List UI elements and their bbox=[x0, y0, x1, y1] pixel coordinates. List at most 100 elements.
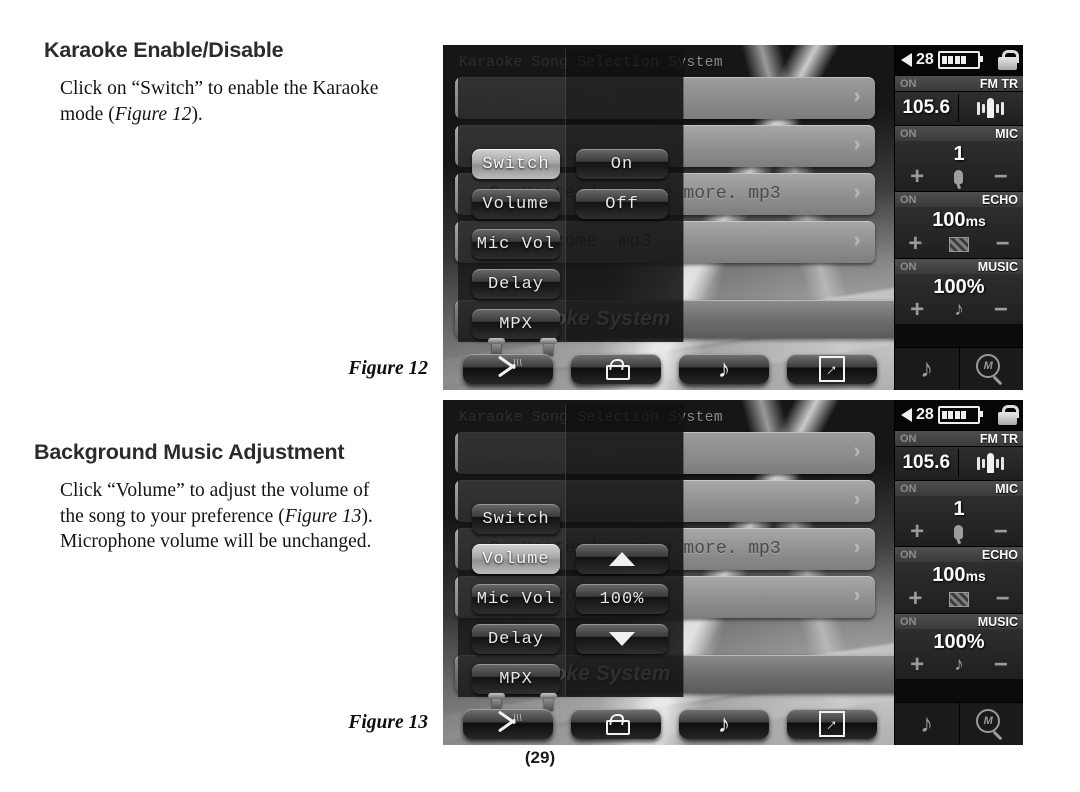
menu-item-mpx[interactable]: MPX bbox=[472, 309, 560, 339]
speaker-icon bbox=[901, 53, 912, 67]
sidebar-search-button[interactable]: M bbox=[958, 348, 1024, 390]
panel-header: ON FM TR bbox=[895, 431, 1023, 446]
status-bar: 28 bbox=[895, 45, 1023, 75]
microphone-icon bbox=[954, 170, 964, 184]
figure-caption-12: Figure 12 bbox=[348, 358, 428, 379]
lock-icon bbox=[606, 713, 630, 735]
panel-body: 100ms + − bbox=[895, 562, 1023, 613]
volume-up-button[interactable] bbox=[576, 544, 668, 574]
echo-minus-button[interactable]: − bbox=[996, 232, 1010, 256]
body-text-pre: Click on “Switch” to enable the Karaoke … bbox=[60, 78, 379, 125]
sidebar-music-button[interactable]: ♪ bbox=[895, 703, 959, 745]
panel-mic[interactable]: ON MIC 1 + − bbox=[895, 480, 1023, 546]
volume-value-display: 100% bbox=[576, 584, 668, 614]
manual-page: Karaoke Enable/Disable Click on “Switch”… bbox=[0, 0, 1080, 792]
menu-item-delay[interactable]: Delay bbox=[472, 624, 560, 654]
menu-item-mic-vol[interactable]: Mic Vol bbox=[472, 229, 560, 259]
menu-item-volume[interactable]: Volume bbox=[472, 544, 560, 574]
page-number: (29) bbox=[524, 748, 556, 767]
tools-mic-icon: \\\ bbox=[493, 710, 523, 735]
panel-mic[interactable]: ON MIC 1 + − bbox=[895, 125, 1023, 191]
panel-fm-tr[interactable]: ON FM TR 105.6 bbox=[895, 430, 1023, 480]
volume-value: 28 bbox=[916, 51, 934, 68]
triangle-up-icon bbox=[609, 552, 635, 566]
battery-icon bbox=[937, 406, 983, 424]
volume-down-button[interactable] bbox=[576, 624, 668, 654]
panel-body: 105.6 bbox=[895, 446, 1023, 480]
mic-plus-button[interactable]: + bbox=[910, 165, 924, 189]
echo-icon bbox=[949, 591, 969, 607]
panel-name: MUSIC bbox=[977, 259, 1018, 274]
panel-name: MIC bbox=[995, 126, 1018, 141]
menu-item-switch[interactable]: Switch bbox=[472, 149, 560, 179]
toolbar-button-tools[interactable]: \\\ bbox=[463, 709, 553, 739]
figure-12-screenshot: Karaoke Song Selection System 1. Love. m… bbox=[443, 45, 1023, 390]
panel-music[interactable]: ON MUSIC 100% + ♪ − bbox=[895, 613, 1023, 679]
music-minus-button[interactable]: − bbox=[994, 653, 1008, 677]
lock-icon bbox=[606, 358, 630, 380]
menu-item-volume[interactable]: Volume bbox=[472, 189, 560, 219]
menu-item-delay[interactable]: Delay bbox=[472, 269, 560, 299]
menu-item-mpx[interactable]: MPX bbox=[472, 664, 560, 694]
chevron-right-icon: › bbox=[850, 537, 863, 560]
chevron-right-icon: › bbox=[850, 230, 863, 253]
panel-body: 1 + − bbox=[895, 496, 1023, 546]
toolbar-button-music[interactable]: ♪ bbox=[679, 354, 769, 384]
option-on-button[interactable]: On bbox=[576, 149, 668, 179]
toolbar-button-lock[interactable] bbox=[571, 354, 661, 384]
toolbar-button-tools[interactable]: \\\ bbox=[463, 354, 553, 384]
fm-frequency-value: 105.6 bbox=[902, 97, 951, 118]
option-off-button[interactable]: Off bbox=[576, 189, 668, 219]
sidebar-search-button[interactable]: M bbox=[958, 703, 1024, 745]
triangle-down-icon bbox=[609, 632, 635, 646]
figure-13-screenshot: Karaoke Song Selection System 1. Love. m… bbox=[443, 400, 1023, 745]
battery-icon bbox=[937, 51, 983, 69]
music-minus-button[interactable]: − bbox=[994, 298, 1008, 322]
mic-minus-button[interactable]: − bbox=[994, 520, 1008, 544]
toolbar-button-lock[interactable] bbox=[571, 709, 661, 739]
panel-header: ON FM TR bbox=[895, 76, 1023, 91]
panel-header: ON ECHO bbox=[895, 192, 1023, 207]
chevron-right-icon: › bbox=[850, 134, 863, 157]
panel-fm-tr[interactable]: ON FM TR 105.6 bbox=[895, 75, 1023, 125]
panel-name: FM TR bbox=[979, 431, 1018, 446]
panel-echo[interactable]: ON ECHO 100ms + − bbox=[895, 191, 1023, 258]
panel-name: MIC bbox=[995, 481, 1018, 496]
echo-plus-button[interactable]: + bbox=[908, 232, 922, 256]
toolbar-button-music[interactable]: ♪ bbox=[679, 709, 769, 739]
chevron-right-icon: › bbox=[850, 441, 863, 464]
padlock-icon bbox=[998, 50, 1019, 70]
sidebar-footer: ♪ M bbox=[895, 702, 1023, 745]
music-plus-button[interactable]: + bbox=[910, 298, 924, 322]
section-background-music: Background Music Adjustment Click “Volum… bbox=[0, 440, 440, 555]
status-bar: 28 bbox=[895, 400, 1023, 430]
mic-plus-button[interactable]: + bbox=[910, 520, 924, 544]
magnifier-m-icon: M bbox=[976, 709, 1006, 741]
sidebar-footer: ♪ M bbox=[895, 347, 1023, 390]
panel-echo[interactable]: ON ECHO 100ms + − bbox=[895, 546, 1023, 613]
menu-item-mic-vol[interactable]: Mic Vol bbox=[472, 584, 560, 614]
panel-name: ECHO bbox=[981, 192, 1018, 207]
body-text-post: ). bbox=[191, 103, 203, 125]
panel-state: ON bbox=[900, 615, 917, 628]
section-karaoke-enable: Karaoke Enable/Disable Click on “Switch”… bbox=[0, 38, 440, 127]
arrow-down-right-icon: ↑ bbox=[819, 711, 845, 737]
menu-item-switch[interactable]: Switch bbox=[472, 504, 560, 534]
mic-minus-button[interactable]: − bbox=[994, 165, 1008, 189]
section-body: Click “Volume” to adjust the volume of t… bbox=[60, 478, 390, 555]
toolbar-button-minimize[interactable]: ↑ bbox=[787, 709, 877, 739]
body-text-italic: Figure 12 bbox=[114, 103, 192, 125]
arrow-down-right-icon: ↑ bbox=[819, 356, 845, 382]
toolbar-button-minimize[interactable]: ↑ bbox=[787, 354, 877, 384]
microphone-icon bbox=[954, 525, 964, 539]
chevron-right-icon: › bbox=[850, 489, 863, 512]
music-note-icon: ♪ bbox=[920, 354, 934, 383]
echo-plus-button[interactable]: + bbox=[908, 587, 922, 611]
echo-icon bbox=[949, 236, 969, 252]
sidebar-music-button[interactable]: ♪ bbox=[895, 348, 959, 390]
panel-state: ON bbox=[900, 432, 917, 445]
music-plus-button[interactable]: + bbox=[910, 653, 924, 677]
karaoke-settings-overlay: Switch Volume Mic Vol Delay MPX 100% bbox=[458, 404, 684, 697]
panel-music[interactable]: ON MUSIC 100% + ♪ − bbox=[895, 258, 1023, 324]
echo-minus-button[interactable]: − bbox=[996, 587, 1010, 611]
